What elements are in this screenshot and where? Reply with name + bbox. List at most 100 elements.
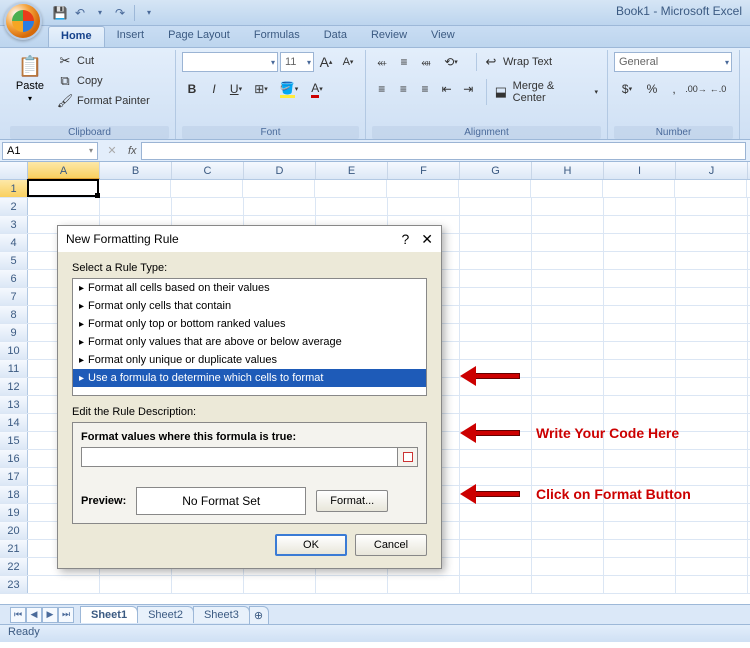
cell[interactable]	[676, 540, 748, 557]
sheet-tab[interactable]: Sheet1	[80, 606, 138, 623]
col-header[interactable]: H	[532, 162, 604, 179]
col-header[interactable]: J	[676, 162, 748, 179]
help-icon[interactable]: ?	[401, 231, 409, 248]
cell[interactable]	[171, 180, 243, 197]
cell[interactable]	[676, 378, 748, 395]
tab-home[interactable]: Home	[48, 26, 105, 47]
align-bottom-button[interactable]: ⬵	[416, 52, 436, 72]
row-header[interactable]: 8	[0, 306, 28, 323]
cell[interactable]	[460, 198, 532, 215]
tab-review[interactable]: Review	[359, 26, 419, 47]
cell[interactable]	[604, 360, 676, 377]
cell[interactable]	[460, 468, 532, 485]
cell[interactable]	[676, 468, 748, 485]
cell[interactable]	[387, 180, 459, 197]
border-button[interactable]: ⊞▾	[248, 79, 274, 99]
cell[interactable]	[532, 324, 604, 341]
cell[interactable]	[604, 504, 676, 521]
cell[interactable]	[388, 198, 460, 215]
cell[interactable]	[532, 522, 604, 539]
cell[interactable]	[604, 396, 676, 413]
decrease-indent-button[interactable]: ⇤	[437, 79, 457, 99]
cell[interactable]	[27, 179, 99, 197]
ok-button[interactable]: OK	[275, 534, 347, 556]
row-header[interactable]: 19	[0, 504, 28, 521]
cell[interactable]	[604, 540, 676, 557]
dialog-title-bar[interactable]: New Formatting Rule ? ✕	[58, 226, 441, 252]
fx-icon[interactable]: fx	[124, 145, 141, 157]
row-header[interactable]: 11	[0, 360, 28, 377]
tab-page-layout[interactable]: Page Layout	[156, 26, 242, 47]
cell[interactable]	[604, 324, 676, 341]
next-sheet-button[interactable]: ▶	[42, 607, 58, 623]
cell[interactable]	[676, 450, 748, 467]
cell[interactable]	[676, 198, 748, 215]
decrease-decimal-button[interactable]: ←.0	[708, 79, 728, 99]
cell[interactable]	[100, 576, 172, 593]
cell[interactable]	[100, 198, 172, 215]
cell[interactable]	[243, 180, 315, 197]
font-color-button[interactable]: A▾	[304, 79, 330, 99]
cell[interactable]	[604, 558, 676, 575]
cell[interactable]	[460, 504, 532, 521]
row-header[interactable]: 3	[0, 216, 28, 233]
cell[interactable]	[460, 396, 532, 413]
cell[interactable]	[532, 360, 604, 377]
cell[interactable]	[532, 468, 604, 485]
rule-type-item[interactable]: Format all cells based on their values	[73, 279, 426, 297]
close-icon[interactable]: ✕	[421, 231, 433, 248]
cell[interactable]	[532, 198, 604, 215]
cell[interactable]	[604, 234, 676, 251]
row-header[interactable]: 12	[0, 378, 28, 395]
col-header[interactable]: I	[604, 162, 676, 179]
cell[interactable]	[532, 342, 604, 359]
cell[interactable]	[676, 306, 748, 323]
cell[interactable]	[460, 270, 532, 287]
cell[interactable]	[676, 504, 748, 521]
align-top-button[interactable]: ⬴	[372, 52, 392, 72]
italic-button[interactable]: I	[204, 79, 224, 99]
cell[interactable]	[316, 198, 388, 215]
col-header[interactable]: D	[244, 162, 316, 179]
row-header[interactable]: 4	[0, 234, 28, 251]
name-box[interactable]: A1	[2, 142, 98, 160]
rule-type-item[interactable]: Format only values that are above or bel…	[73, 333, 426, 351]
cell[interactable]	[676, 396, 748, 413]
cell[interactable]	[676, 360, 748, 377]
row-header[interactable]: 16	[0, 450, 28, 467]
grow-font-button[interactable]: A▴	[316, 52, 336, 72]
copy-button[interactable]: ⧉Copy	[54, 72, 153, 90]
cancel-formula-icon[interactable]: ✕	[100, 144, 124, 157]
cell[interactable]	[460, 216, 532, 233]
cell[interactable]	[172, 198, 244, 215]
cell[interactable]	[532, 270, 604, 287]
align-middle-button[interactable]: ≡	[394, 52, 414, 72]
col-header[interactable]: G	[460, 162, 532, 179]
percent-button[interactable]: %	[642, 79, 662, 99]
cell[interactable]	[676, 558, 748, 575]
rule-type-item[interactable]: Format only cells that contain	[73, 297, 426, 315]
cell[interactable]	[460, 522, 532, 539]
cell[interactable]	[459, 180, 531, 197]
redo-icon[interactable]: ↷	[112, 5, 128, 21]
comma-button[interactable]: ,	[664, 79, 684, 99]
cell[interactable]	[388, 576, 460, 593]
cell[interactable]	[28, 576, 100, 593]
save-icon[interactable]: 💾	[52, 5, 68, 21]
office-button[interactable]	[4, 2, 42, 40]
cell[interactable]	[532, 504, 604, 521]
undo-icon[interactable]: ↶	[72, 5, 88, 21]
cell[interactable]	[460, 288, 532, 305]
row-header[interactable]: 17	[0, 468, 28, 485]
row-header[interactable]: 5	[0, 252, 28, 269]
cell[interactable]	[604, 450, 676, 467]
cell[interactable]	[460, 450, 532, 467]
paste-button[interactable]: 📋 Paste ▾	[10, 52, 50, 105]
cell[interactable]	[315, 180, 387, 197]
cell[interactable]	[532, 576, 604, 593]
cell[interactable]	[604, 216, 676, 233]
tab-view[interactable]: View	[419, 26, 467, 47]
cell[interactable]	[676, 576, 748, 593]
wrap-text-button[interactable]: ↩Wrap Text	[476, 53, 555, 71]
row-header[interactable]: 20	[0, 522, 28, 539]
